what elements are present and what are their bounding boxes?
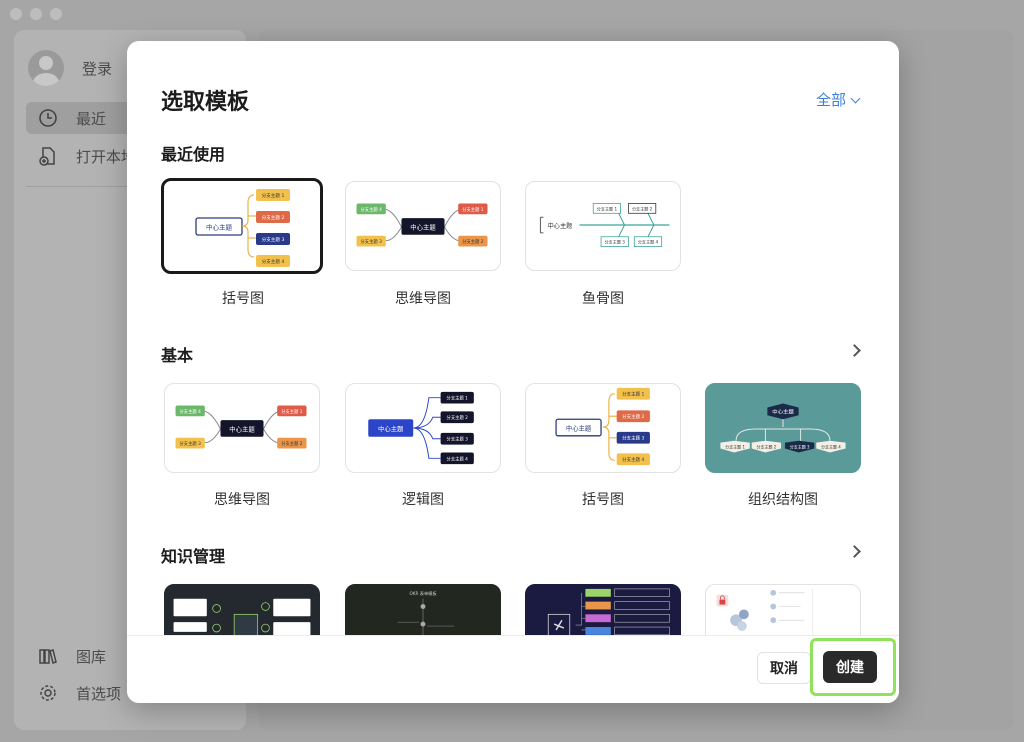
thumb-branch-text: 分支主题 3 [361,238,383,245]
template-label: 思维导图 [214,492,270,508]
thumb-branch-text: 分支主题 3 [790,444,810,450]
open-file-icon [38,146,58,166]
logic-thumbnail: 中心主题 分支主题 1 分支主题 2 分支主题 3 分支主题 4 [368,391,474,465]
thumb-branch-text: 分支主题 2 [281,440,303,447]
thumb-okr-title: OKR 表单模板 [409,590,437,597]
minimize-window-button[interactable] [30,8,42,20]
thumb-branch-text: 分支主题 4 [622,456,644,463]
thumb-branch-text: 分支主题 1 [597,205,618,211]
thumb-branch-text: 分支主题 4 [262,258,285,265]
close-window-button[interactable] [10,8,22,20]
login-area[interactable]: 登录 [28,50,112,86]
thumb-branch-text: 分支主题 4 [638,239,659,245]
thumb-branch-text: 分支主题 2 [622,413,644,420]
sidebar-item-label: 首选项 [76,684,122,703]
template-picker-dialog: 选取模板 全部 最近使用 中心主题 分支主题 1 分支主题 2 分支主题 3 分… [127,41,899,703]
clock-icon [38,108,58,128]
thumb-center-text: 中心主题 [548,222,573,230]
create-button-highlight: 创建 [810,638,896,696]
sidebar-item-label: 图库 [76,647,107,666]
thumb-center-text: 中心主题 [410,222,436,231]
template-label: 括号图 [222,291,264,307]
library-icon [38,646,58,666]
thumb-branch-text: 分支主题 1 [262,192,285,199]
thumb-center-text: 中心主题 [229,424,255,433]
fishbone-thumbnail: 中心主题 分支主题 1 分支主题 2 分支主题 3 分支主题 4 [539,203,670,247]
chevron-right-icon[interactable] [848,545,861,558]
bracket-thumbnail: 中心主题 分支主题 1 分支主题 2 分支主题 3 分支主题 4 [195,189,290,267]
thumb-center-text: 中心主题 [772,407,794,415]
filter-label: 全部 [815,91,846,109]
thumb-center-text: 中心主题 [378,424,404,433]
cancel-button[interactable]: 取消 [757,652,811,684]
thumb-branch-text: 分支主题 1 [462,206,484,213]
thumb-branch-text: 分支主题 3 [447,436,469,443]
template-card-mindmap-recent[interactable]: 中心主题 分支主题 4 分支主题 3 分支主题 1 分支主题 2 [345,181,501,271]
avatar [28,50,64,86]
template-label: 括号图 [582,492,624,508]
template-card-fishbone-recent[interactable]: 中心主题 分支主题 1 分支主题 2 分支主题 3 分支主题 4 [525,181,681,271]
template-card-bracket[interactable]: 中心主题 分支主题 1 分支主题 2 分支主题 3 分支主题 4 [525,383,681,473]
zoom-window-button[interactable] [50,8,62,20]
window-controls [10,8,62,20]
thumb-branch-text: 分支主题 1 [281,408,303,415]
gear-icon [38,683,58,703]
thumb-branch-text: 分支主题 4 [447,455,469,462]
thumb-branch-text: 分支主题 1 [622,391,644,398]
thumb-branch-text: 分支主题 1 [725,444,745,450]
chevron-down-icon [850,93,861,103]
mindmap-thumbnail: 中心主题 分支主题 4 分支主题 3 分支主题 1 分支主题 2 [356,203,488,247]
filter-dropdown[interactable]: 全部 [815,89,861,110]
template-card-bracket-recent[interactable]: 中心主题 分支主题 1 分支主题 2 分支主题 3 分支主题 4 [161,178,323,274]
thumb-branch-text: 分支主题 2 [632,205,653,211]
thumb-branch-text: 分支主题 3 [622,435,644,442]
thumb-center-text: 中心主题 [566,423,592,432]
thumb-branch-text: 分支主题 2 [462,238,484,245]
dialog-title: 选取模板 [161,90,250,115]
chevron-right-icon[interactable] [848,344,861,357]
org-chart-thumbnail: 中心主题 分支主题 1 分支主题 2 分支主题 3 分支主题 4 [720,403,846,453]
mindmap-thumbnail: 中心主题 分支主题 4 分支主题 3 分支主题 1 分支主题 2 [175,405,307,449]
section-title-recent: 最近使用 [161,145,226,164]
thumb-center-text: 中心主题 [206,223,233,232]
thumb-branch-text: 分支主题 3 [180,440,202,447]
template-card-org-chart[interactable]: 中心主题 分支主题 1 分支主题 2 分支主题 3 分支主题 4 [705,383,861,473]
thumb-branch-text: 分支主题 4 [361,206,383,213]
thumb-branch-text: 分支主题 4 [180,408,202,415]
template-label: 思维导图 [395,291,451,307]
thumb-branch-text: 分支主题 4 [821,444,841,450]
bracket-thumbnail: 中心主题 分支主题 1 分支主题 2 分支主题 3 分支主题 4 [555,387,650,466]
thumb-branch-text: 分支主题 2 [756,444,776,450]
template-card-mindmap[interactable]: 中心主题 分支主题 4 分支主题 3 分支主题 1 分支主题 2 [164,383,320,473]
thumb-branch-text: 分支主题 3 [605,239,626,245]
thumb-branch-text: 分支主题 1 [447,395,469,402]
thumb-branch-text: 分支主题 3 [262,236,285,243]
section-title-basic: 基本 [161,346,194,365]
template-card-logic[interactable]: 中心主题 分支主题 1 分支主题 2 分支主题 3 分支主题 4 [345,383,501,473]
thumb-branch-text: 分支主题 2 [447,414,469,421]
dialog-footer: 取消 创建 [127,635,899,703]
sidebar-item-label: 最近 [76,109,107,128]
thumb-branch-text: 分支主题 2 [262,214,285,221]
template-label: 组织结构图 [748,492,818,508]
section-title-knowledge: 知识管理 [161,547,226,566]
login-label: 登录 [82,59,113,78]
template-label: 鱼骨图 [582,291,624,307]
create-button[interactable]: 创建 [823,651,877,683]
template-label: 逻辑图 [402,492,444,508]
